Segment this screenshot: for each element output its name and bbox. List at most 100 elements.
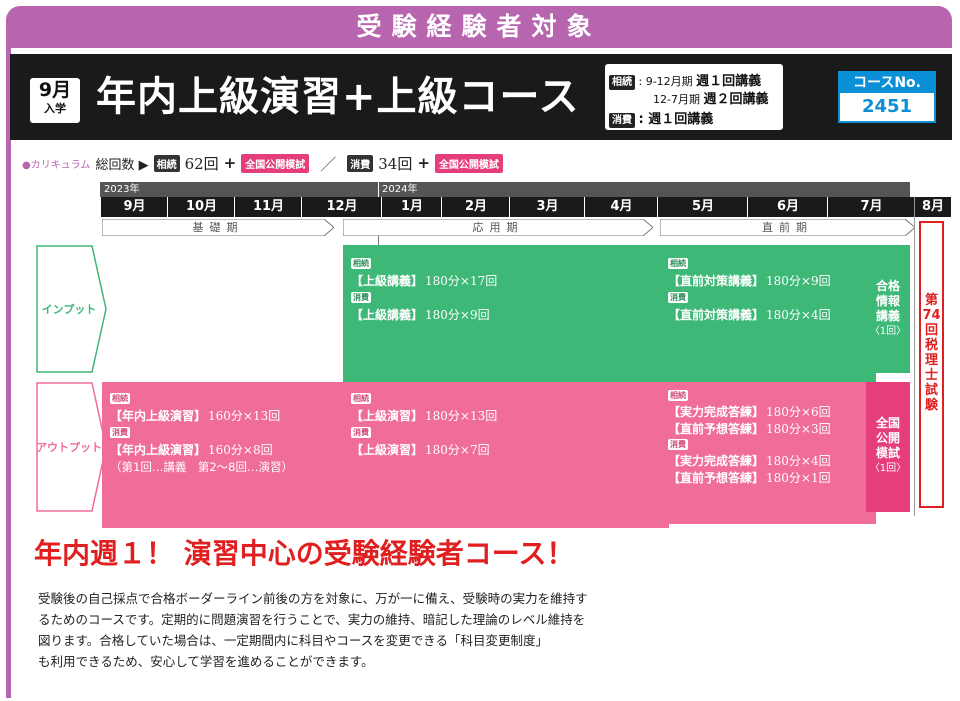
entry-month-badge: 9月 入学 (30, 78, 80, 123)
curriculum-plus-1: + (223, 154, 237, 172)
mock-line-1: 全国 (875, 416, 900, 430)
course-name: 【実力完成答練】 (668, 454, 765, 468)
exam-char: 理 (924, 353, 938, 368)
course-name: 【直前予想答練】 (668, 471, 765, 485)
output-block-national-mock: 全国 公開 模試 〈1回〉 (866, 382, 910, 512)
pass-info-count: 〈1回〉 (869, 326, 907, 337)
exam-char: 第 (924, 293, 938, 308)
course-duration: 180分×6回 (766, 405, 831, 419)
pass-info-line-2: 情報 (875, 294, 900, 308)
course-title: 年内上級演習+上級コース (96, 74, 580, 120)
exam-char: 74 (922, 308, 941, 323)
curriculum-mock-exam-2: 全国公開模試 (434, 153, 503, 173)
month-feb: 2月 (441, 197, 510, 217)
description: 受験後の自己採点で合格ボーダーライン前後の方を対象に、万が一に備え、受験時の実力… (38, 588, 698, 672)
description-line: も利用できるため、安心して学習を進めることができます。 (38, 654, 374, 669)
phase-basic: 基礎期 (102, 219, 334, 236)
curriculum-count-shouhi: 34回 (378, 154, 413, 173)
exam-char: 回 (924, 323, 938, 338)
mock-line-3: 模試 (875, 446, 900, 460)
month-mar: 3月 (509, 197, 585, 217)
input-block-final-lecture: 相続 【直前対策講義】 180分×9回 消費 【直前対策講義】 180分×4回 (660, 245, 876, 393)
month-dec: 12月 (301, 197, 382, 217)
curriculum-count-souzoku: 62回 (184, 154, 219, 173)
course-number: 2451 (861, 96, 913, 117)
schedule-period-1: : 9-12月期 (638, 75, 693, 88)
course-name: 【上級講義】 (351, 308, 424, 322)
schedule-value-3: : 週１回講義 (638, 112, 714, 127)
year-2024: 2024年 (382, 184, 418, 195)
course-name: 【上級演習】 (351, 443, 424, 457)
year-strip: 2023年 2024年 (100, 182, 910, 197)
tag-shouhi: 消費 (668, 439, 688, 450)
curriculum-mock-exam-1: 全国公開模試 (241, 153, 310, 173)
phase-basic-label: 基礎期 (192, 221, 244, 234)
course-name: 【年内上級演習】 (110, 443, 207, 457)
course-duration: 180分×7回 (425, 443, 490, 457)
course-name: 【上級講義】 (351, 274, 424, 288)
course-name: 【直前対策講義】 (668, 274, 765, 288)
headline: 年内週１！ 演習中心の受験経験者コース！ (34, 537, 575, 570)
tag-shouhi: 消費 (351, 427, 371, 438)
exam-char: 税 (924, 338, 938, 353)
entry-sub: 入学 (44, 102, 66, 115)
month-nov: 11月 (234, 197, 302, 217)
month-oct: 10月 (167, 197, 235, 217)
course-duration: 180分×9回 (766, 274, 831, 288)
entry-month: 9月 (38, 79, 72, 101)
course-name: 【直前予想答練】 (668, 422, 765, 436)
curriculum-tag-shouhi: 消費 (347, 154, 374, 172)
tax-exam-box: 第 74 回 税 理 士 試 験 (919, 221, 944, 508)
course-note: （第1回…講義 第2～8回…演習） (110, 459, 293, 474)
tag-shouhi: 消費 (668, 292, 688, 303)
curriculum-tag-souzoku: 相続 (153, 154, 180, 172)
row-label-input-text: インプット (41, 303, 97, 316)
curriculum-slash: ／ (320, 155, 337, 174)
course-name: 【年内上級演習】 (110, 409, 207, 423)
course-number-label: コースNo. (840, 73, 934, 93)
schedule-box: 相続 : 9-12月期 週１回講義 12-7月期 週２回講義 消費 : 週１回講… (605, 64, 783, 130)
audience-banner: 受験経験者対象 (6, 6, 952, 48)
curriculum-prefix: 総回数 ▶ (95, 157, 149, 173)
mock-line-2: 公開 (875, 431, 900, 445)
left-accent-bar (6, 48, 11, 698)
output-block-year-end-practice: 相続 【年内上級演習】 160分×13回 消費 【年内上級演習】 160分×8回 （… (102, 382, 350, 528)
month-jul: 7月 (827, 197, 915, 217)
month-apr: 4月 (584, 197, 658, 217)
pass-info-line-3: 講義 (875, 309, 900, 323)
course-duration: 160分×13回 (208, 409, 281, 423)
schedule-tag-shouhi: 消費 (609, 113, 635, 128)
tag-souzoku: 相続 (668, 390, 688, 401)
output-block-advanced-practice: 相続 【上級演習】 180分×13回 消費 【上級演習】 180分×7回 (343, 382, 669, 528)
schedule-value-2: 週２回講義 (703, 92, 769, 107)
input-block-advanced-lecture: 相続 【上級講義】 180分×17回 消費 【上級講義】 180分×9回 (343, 245, 669, 393)
curriculum-summary: ●カリキュラム 総回数 ▶ 相続 62回 + 全国公開模試 ／ 消費 34回 +… (22, 152, 952, 174)
schedule-tag-souzoku: 相続 (609, 75, 635, 90)
description-line: 図ります。合格していた場合は、一定期間内に科目やコースを変更できる「科目変更制度… (38, 633, 549, 648)
phase-applied: 応用期 (343, 219, 653, 236)
row-label-output: アウトプット (36, 382, 108, 512)
row-label-input: インプット (36, 245, 108, 373)
schedule-value-1: 週１回講義 (696, 74, 762, 89)
month-may: 5月 (657, 197, 748, 217)
exam-char: 士 (924, 368, 938, 383)
course-duration: 160分×8回 (208, 443, 273, 457)
course-name: 【直前対策講義】 (668, 308, 765, 322)
exam-char: 験 (924, 398, 938, 413)
phase-final-label: 直前期 (762, 221, 813, 234)
course-duration: 180分×9回 (425, 308, 490, 322)
input-block-pass-info: 合格 情報 講義 〈1回〉 (866, 245, 910, 373)
curriculum-plus-2: + (417, 154, 430, 172)
course-duration: 180分×17回 (425, 274, 498, 288)
course-duration: 180分×4回 (766, 454, 831, 468)
description-line: 受験後の自己採点で合格ボーダーライン前後の方を対象に、万が一に備え、受験時の実力… (38, 591, 588, 606)
year-2023: 2023年 (104, 184, 140, 195)
month-jun: 6月 (747, 197, 828, 217)
course-duration: 180分×3回 (766, 422, 831, 436)
mock-count: 〈1回〉 (869, 463, 907, 474)
course-duration: 180分×1回 (766, 471, 831, 485)
schedule-period-2: 12-7月期 (653, 93, 700, 106)
course-name: 【実力完成答練】 (668, 405, 765, 419)
description-line: るためのコースです。定期的に問題演習を行うことで、実力の維持、暗記した理論のレベ… (38, 612, 586, 627)
month-jan: 1月 (381, 197, 442, 217)
